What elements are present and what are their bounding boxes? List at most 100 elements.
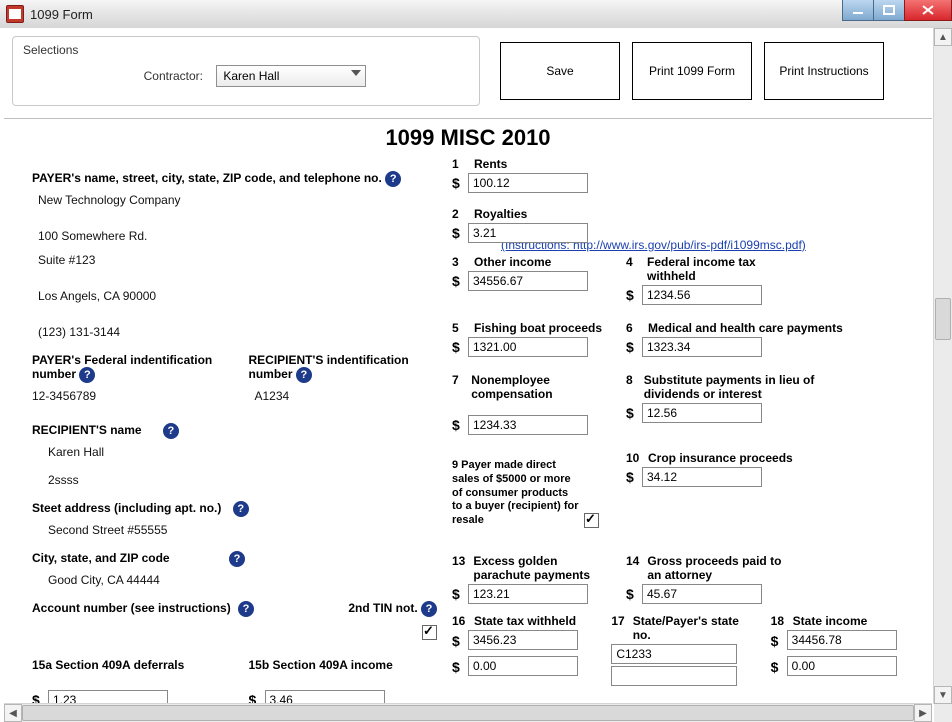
recipient-id: A1234: [255, 389, 438, 403]
dollar-icon: $: [452, 633, 468, 649]
box-6-input[interactable]: [642, 337, 762, 357]
box-17-input-2[interactable]: [611, 666, 737, 686]
box-1-label: Rents: [474, 157, 507, 171]
box-10-label: Crop insurance proceeds: [648, 451, 793, 465]
box-15a-input[interactable]: [48, 690, 168, 704]
box-16-input-2[interactable]: [468, 656, 578, 676]
box-8-input[interactable]: [642, 403, 762, 423]
help-icon[interactable]: ?: [163, 423, 179, 439]
dollar-icon: $: [771, 659, 787, 675]
save-button-label: Save: [546, 64, 573, 78]
box-16-num: 16: [452, 614, 466, 628]
box-2-input[interactable]: [468, 223, 588, 243]
box-9-checkbox[interactable]: [584, 513, 599, 528]
box-15b-input[interactable]: [265, 690, 385, 704]
box-4-num: 4: [626, 255, 639, 283]
help-icon[interactable]: ?: [79, 367, 95, 383]
box-16-input-1[interactable]: [468, 630, 578, 650]
box-13-input[interactable]: [468, 584, 588, 604]
box-16-label: State tax withheld: [474, 614, 576, 628]
box-10-input[interactable]: [642, 467, 762, 487]
payer-phone: (123) 131-3144: [38, 325, 437, 339]
dollar-icon: $: [626, 339, 642, 355]
scroll-right-button[interactable]: ▶: [914, 704, 932, 722]
box-18-num: 18: [771, 614, 785, 628]
box-4-input[interactable]: [642, 285, 762, 305]
divider: [4, 118, 932, 119]
scroll-thumb[interactable]: [935, 298, 951, 340]
dollar-icon: $: [452, 339, 468, 355]
contractor-label: Contractor:: [23, 69, 213, 83]
print-instructions-button[interactable]: Print Instructions: [764, 42, 884, 100]
box-1-input[interactable]: [468, 173, 588, 193]
payer-fedid-label: PAYER's Federal indentification number: [32, 353, 212, 381]
print-1099-button[interactable]: Print 1099 Form: [632, 42, 752, 100]
scroll-down-button[interactable]: ▼: [934, 686, 952, 704]
scroll-corner: [934, 704, 952, 722]
dollar-icon: $: [626, 287, 642, 303]
box-17-num: 17: [611, 614, 624, 642]
help-icon[interactable]: ?: [233, 501, 249, 517]
box-15b-label: 15b Section 409A income: [249, 658, 438, 672]
title-bar: 1099 Form: [0, 0, 952, 29]
box-17-input-1[interactable]: [611, 644, 737, 664]
form-title: 1099 MISC 2010: [4, 125, 932, 151]
help-icon[interactable]: ?: [385, 171, 401, 187]
box-2-num: 2: [452, 207, 466, 221]
box-14-num: 14: [626, 554, 639, 582]
box-4-label: Federal income tax withheld: [647, 255, 796, 283]
box-18-input-1[interactable]: [787, 630, 897, 650]
box-18-input-2[interactable]: [787, 656, 897, 676]
dollar-icon: $: [452, 586, 468, 602]
box-3-label: Other income: [474, 255, 551, 269]
recipient-id-label: RECIPIENT'S indentification number: [249, 353, 409, 381]
street-value: Second Street #55555: [48, 523, 437, 537]
box-6-num: 6: [626, 321, 640, 335]
app-window: 1099 Form Selections Contractor:: [0, 0, 952, 722]
second-tin-checkbox[interactable]: [422, 625, 437, 640]
help-icon[interactable]: ?: [296, 367, 312, 383]
contractor-combo[interactable]: Karen Hall: [216, 65, 366, 87]
payer-fedid: 12-3456789: [32, 389, 221, 403]
scroll-thumb-h[interactable]: [22, 705, 914, 721]
payer-addr2: Suite #123: [38, 253, 437, 267]
save-button[interactable]: Save: [500, 42, 620, 100]
vertical-scrollbar[interactable]: ▲ ▼: [933, 28, 952, 704]
box-3-input[interactable]: [468, 271, 588, 291]
scroll-left-button[interactable]: ◀: [4, 704, 22, 722]
recipient-name: Karen Hall: [48, 445, 437, 459]
dollar-icon: $: [452, 659, 468, 675]
print-instructions-label: Print Instructions: [779, 64, 868, 78]
window-title: 1099 Form: [30, 7, 93, 22]
close-button[interactable]: [904, 0, 952, 21]
box-7-input[interactable]: [468, 415, 588, 435]
help-icon[interactable]: ?: [421, 601, 437, 617]
second-tin-label: 2nd TIN not.: [348, 601, 417, 615]
dollar-icon: $: [452, 273, 468, 289]
horizontal-scrollbar[interactable]: ◀ ▶: [4, 703, 932, 722]
box-5-input[interactable]: [468, 337, 588, 357]
box-9-label: 9 Payer made direct sales of $5000 or mo…: [452, 459, 580, 528]
dollar-icon: $: [452, 225, 468, 241]
box-14-input[interactable]: [642, 584, 762, 604]
dollar-icon: $: [626, 405, 642, 421]
help-icon[interactable]: ?: [238, 601, 254, 617]
box-1-num: 1: [452, 157, 466, 171]
box-5-label: Fishing boat proceeds: [474, 321, 602, 335]
dollar-icon: $: [626, 586, 642, 602]
box-2-label: Royalties: [474, 207, 527, 221]
box-7-num: 7: [452, 373, 463, 401]
minimize-icon: [852, 5, 864, 15]
maximize-button[interactable]: [873, 0, 905, 21]
help-icon[interactable]: ?: [229, 551, 245, 567]
recipient-name-label: RECIPIENT'S name: [32, 423, 142, 437]
maximize-icon: [883, 5, 895, 15]
box-8-num: 8: [626, 373, 636, 401]
city-label: City, state, and ZIP code: [32, 551, 170, 565]
street-label: Steet address (including apt. no.): [32, 501, 221, 515]
minimize-button[interactable]: [842, 0, 874, 21]
chevron-down-icon: [351, 70, 361, 76]
scroll-pane: Selections Contractor: Karen Hall Save P…: [4, 28, 932, 704]
scroll-up-button[interactable]: ▲: [934, 28, 952, 46]
box-18-label: State income: [793, 614, 868, 628]
